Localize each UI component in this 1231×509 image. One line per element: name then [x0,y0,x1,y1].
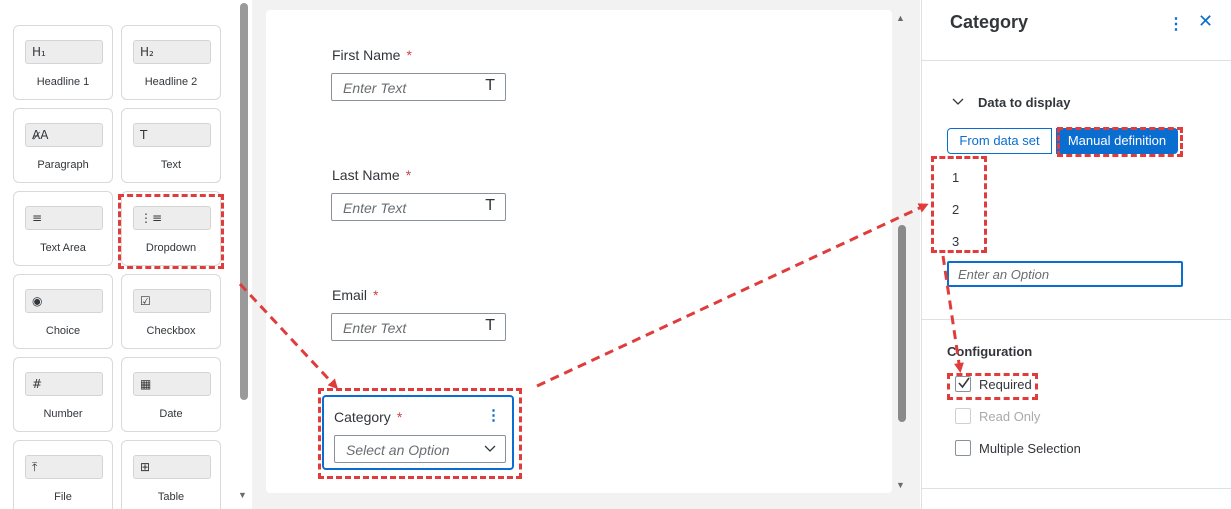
text-type-icon: T [485,77,495,94]
panel-title: Category [950,12,1029,32]
palette-tile-table[interactable]: ⊞ Table [121,440,221,509]
category-field-card[interactable]: Category * ⋮ Select an Option [322,395,514,470]
palette-tile-headline-1[interactable]: H₁ Headline 1 [13,25,113,100]
palette-tile-number[interactable]: # Number [13,357,113,432]
properties-panel: Category ⋮ ✕ Data to display From data s… [921,0,1231,509]
option-item[interactable]: 1 [952,170,959,185]
required-marker: * [406,47,412,63]
canvas-scrollbar-thumb[interactable] [898,225,906,422]
control-palette: H₁ Headline 1 H₂ Headline 2 A̷A Paragrap… [0,0,236,509]
required-marker: * [373,287,379,303]
tile-label: Dropdown [145,242,197,254]
text-area-icon: ≡ [25,206,103,230]
checkmark-icon [958,377,970,389]
palette-tile-text-area[interactable]: ≡ Text Area [13,191,113,266]
more-options-icon[interactable]: ⋮ [486,406,501,424]
required-label: Required [979,377,1032,392]
read-only-checkbox [955,408,971,424]
tile-label: File [54,491,72,503]
palette-tile-checkbox[interactable]: ☑ Checkbox [121,274,221,349]
last-name-label: Last Name * [332,167,412,183]
email-label: Email * [332,287,379,303]
data-to-display-title[interactable]: Data to display [978,95,1070,110]
chevron-down-icon[interactable] [952,96,964,108]
option-input[interactable]: Enter an Option [947,261,1183,287]
input-placeholder: Enter Text [343,320,407,336]
tile-label: Table [157,491,185,503]
configuration-title: Configuration [947,344,1033,359]
tile-label: Headline 2 [144,76,198,88]
palette-scrollbar-thumb[interactable] [240,3,248,400]
first-name-label: First Name * [332,47,412,63]
read-only-label: Read Only [979,409,1041,424]
tile-label: Paragraph [37,159,89,171]
segment-from-data-set[interactable]: From data set [947,128,1052,154]
required-marker: * [396,409,403,425]
required-checkbox[interactable] [955,376,971,392]
divider [922,488,1231,489]
dropdown-icon: ⋮≡ [133,206,211,230]
headline-1-icon: H₁ [25,40,103,64]
text-icon: T [133,123,211,147]
palette-tile-choice[interactable]: ◉ Choice [13,274,113,349]
palette-tile-dropdown[interactable]: ⋮≡ Dropdown [121,191,221,266]
required-marker: * [405,167,412,183]
option-item[interactable]: 2 [952,202,959,217]
palette-tile-headline-2[interactable]: H₂ Headline 2 [121,25,221,100]
text-type-icon: T [485,317,495,334]
palette-tile-date[interactable]: ▦ Date [121,357,221,432]
close-icon[interactable]: ✕ [1198,11,1213,32]
headline-2-icon: H₂ [133,40,211,64]
email-input[interactable]: Enter Text T [331,313,506,341]
scroll-down-arrow-icon[interactable]: ▼ [896,480,905,490]
tile-label: Choice [45,325,81,337]
select-placeholder: Select an Option [346,442,450,458]
tile-label: Text Area [40,242,86,254]
tile-label: Text [160,159,182,171]
tile-label: Checkbox [146,325,196,337]
palette-tile-file[interactable]: ⤒ File [13,440,113,509]
divider [922,319,1231,320]
scroll-up-arrow-icon[interactable]: ▲ [896,13,905,23]
first-name-input[interactable]: Enter Text T [331,73,506,101]
scroll-down-arrow-icon[interactable]: ▼ [238,490,247,500]
radio-icon: ◉ [25,289,103,313]
divider [922,60,1231,61]
input-placeholder: Enter Text [343,80,407,96]
segment-manual-definition[interactable]: Manual definition [1056,128,1178,154]
palette-tile-paragraph[interactable]: A̷A Paragraph [13,108,113,183]
checkbox-icon: ☑ [133,289,211,313]
multiple-selection-checkbox[interactable] [955,440,971,456]
calendar-icon: ▦ [133,372,211,396]
option-item[interactable]: 3 [952,234,959,249]
more-options-icon[interactable]: ⋮ [1168,14,1184,34]
table-icon: ⊞ [133,455,211,479]
palette-tile-text[interactable]: T Text [121,108,221,183]
last-name-input[interactable]: Enter Text T [331,193,506,221]
option-placeholder: Enter an Option [958,267,1050,282]
chevron-down-icon [484,445,496,452]
tile-label: Headline 1 [36,76,90,88]
category-select[interactable]: Select an Option [334,435,506,463]
text-type-icon: T [485,197,495,214]
multiple-selection-label: Multiple Selection [979,441,1081,456]
tile-label: Number [43,408,83,420]
number-icon: # [25,372,103,396]
paragraph-icon: A̷A [25,123,103,147]
input-placeholder: Enter Text [343,200,407,216]
category-label: Category * [334,409,403,425]
upload-icon: ⤒ [25,455,103,479]
tile-label: Date [159,408,183,420]
